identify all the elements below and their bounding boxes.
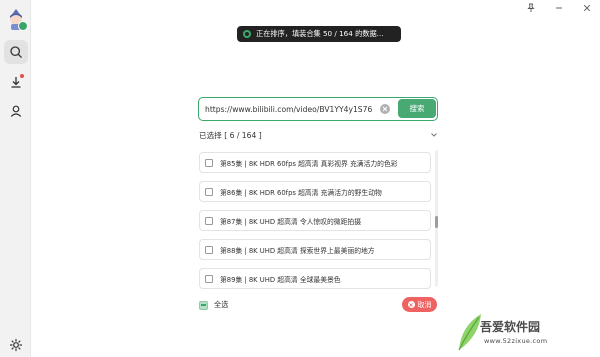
sidebar-item-settings[interactable]	[4, 333, 28, 357]
episode-item[interactable]: 第88集 | 8K UHD 超高清 探索世界上最美丽的地方	[199, 239, 431, 260]
clear-icon	[382, 106, 388, 112]
user-icon	[10, 105, 22, 117]
toast-text: 正在排序，填装合集 50 / 164 的数据...	[256, 29, 384, 38]
selection-header[interactable]: 已选择 [ 6 / 164 ]	[199, 130, 439, 142]
episode-title: 第87集 | 8K UHD 超高清 令人惊叹的微距拍摄	[220, 217, 361, 226]
episode-checkbox[interactable]	[205, 187, 213, 196]
episode-checkbox[interactable]	[205, 274, 213, 283]
sidebar-item-downloads[interactable]	[4, 70, 28, 94]
list-scrollbar[interactable]	[435, 150, 438, 287]
episode-item[interactable]: 第87集 | 8K UHD 超高清 令人惊叹的微距拍摄	[199, 210, 431, 231]
episode-checkbox[interactable]	[205, 245, 213, 254]
chevron-down-icon[interactable]	[429, 130, 439, 140]
cancel-button[interactable]: 取消	[402, 297, 437, 312]
episode-title: 第86集 | 8K HDR 60fps 超高清 充满活力的野生动物	[220, 188, 382, 197]
status-badge	[18, 21, 28, 31]
select-all-checkbox[interactable]	[199, 300, 208, 310]
cancel-label: 取消	[417, 301, 432, 309]
close-button[interactable]	[580, 2, 594, 14]
sidebar	[0, 0, 31, 357]
watermark-url: www.52zixue.com	[484, 337, 548, 345]
clear-input-button[interactable]	[380, 104, 390, 114]
episode-item[interactable]: 第89集 | 8K UHD 超高清 全球最美景色	[199, 268, 431, 289]
episode-checkbox[interactable]	[205, 216, 213, 225]
pin-icon	[527, 3, 535, 12]
progress-toast: 正在排序，填装合集 50 / 164 的数据...	[237, 26, 401, 42]
window-controls	[524, 2, 594, 14]
sidebar-item-search[interactable]	[4, 40, 28, 64]
site-watermark: 吾爱软件园 www.52zixue.com	[452, 288, 598, 356]
loading-icon	[243, 30, 251, 38]
episode-title: 第85集 | 8K HDR 60fps 超高清 真彩视界 充满活力的色彩	[220, 159, 398, 168]
settings-icon	[9, 338, 23, 352]
url-search-box: 搜索	[198, 97, 438, 121]
episode-item[interactable]: 第85集 | 8K HDR 60fps 超高清 真彩视界 充满活力的色彩	[199, 152, 431, 173]
episode-checkbox[interactable]	[205, 158, 213, 167]
episode-item[interactable]: 第86集 | 8K HDR 60fps 超高清 充满活力的野生动物	[199, 181, 431, 202]
select-all-label: 全选	[214, 300, 229, 309]
avatar[interactable]	[6, 8, 28, 31]
select-all-toggle[interactable]: 全选	[199, 300, 228, 310]
sidebar-item-profile[interactable]	[4, 99, 28, 123]
episode-title: 第88集 | 8K UHD 超高清 探索世界上最美丽的地方	[220, 246, 375, 255]
close-icon	[583, 4, 591, 12]
episode-list: 第85集 | 8K HDR 60fps 超高清 真彩视界 充满活力的色彩 第86…	[199, 150, 431, 290]
url-input[interactable]	[205, 102, 377, 116]
selection-count: 已选择 [ 6 / 164 ]	[199, 131, 262, 140]
cancel-icon	[407, 301, 415, 308]
minimize-icon	[556, 7, 562, 9]
scrollbar-thumb[interactable]	[435, 216, 438, 228]
episode-title: 第89集 | 8K UHD 超高清 全球最美景色	[220, 275, 341, 284]
notification-dot	[20, 74, 24, 78]
search-icon	[10, 46, 22, 58]
watermark-text: 吾爱软件园	[480, 320, 541, 334]
minimize-button[interactable]	[552, 2, 566, 14]
search-button[interactable]: 搜索	[398, 99, 436, 118]
pin-button[interactable]	[524, 2, 538, 14]
